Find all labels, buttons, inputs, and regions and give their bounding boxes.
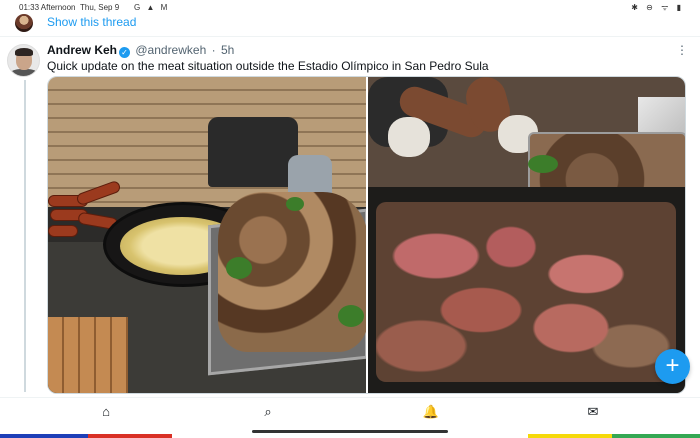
search-icon[interactable]: ⌕ bbox=[258, 402, 278, 422]
show-thread-link[interactable]: Show this thread bbox=[47, 15, 136, 29]
notifications-bell-icon[interactable]: 🔔 bbox=[421, 402, 441, 422]
status-bar: 01:33 Afternoon Thu, Sep 9 G ▲ M ✱ ⊖ ᯤ ▮ bbox=[0, 0, 700, 16]
author-handle[interactable]: @andrewkeh bbox=[135, 43, 206, 57]
media-photo-2[interactable] bbox=[368, 77, 685, 393]
tweet-timestamp[interactable]: 5h bbox=[221, 43, 234, 57]
tweet-header: Andrew Keh ✓ @andrewkeh · 5h bbox=[47, 43, 234, 58]
gesture-navigation-bar[interactable] bbox=[252, 430, 448, 433]
tweet-media[interactable] bbox=[47, 76, 686, 394]
edge-strip-red bbox=[88, 434, 172, 438]
compose-tweet-button[interactable]: + bbox=[655, 349, 690, 384]
divider bbox=[0, 36, 700, 37]
edge-strip-blue bbox=[0, 434, 88, 438]
notification-icons: G ▲ M bbox=[134, 3, 170, 12]
system-status-icons: ✱ ⊖ ᯤ ▮ bbox=[631, 3, 684, 12]
media-photo-1[interactable] bbox=[48, 77, 366, 393]
author-avatar[interactable] bbox=[7, 44, 40, 77]
status-time: 01:33 Afternoon bbox=[19, 3, 76, 12]
thread-connector-line bbox=[24, 80, 26, 392]
home-icon[interactable]: ⌂ bbox=[96, 402, 116, 422]
edge-strip-yellow bbox=[528, 434, 612, 438]
bottom-navigation: ⌂ ⌕ 🔔 ✉ bbox=[0, 398, 700, 426]
status-date: Thu, Sep 9 bbox=[80, 3, 120, 12]
more-options-icon[interactable]: ⋮ bbox=[676, 44, 688, 56]
messages-envelope-icon[interactable]: ✉ bbox=[583, 402, 603, 422]
edge-strip-green bbox=[612, 434, 700, 438]
separator-dot: · bbox=[211, 43, 216, 57]
tweet-text: Quick update on the meat situation outsi… bbox=[47, 59, 489, 73]
verified-badge-icon: ✓ bbox=[119, 47, 131, 58]
thread-avatar[interactable] bbox=[15, 14, 33, 32]
author-name[interactable]: Andrew Keh bbox=[47, 43, 117, 57]
